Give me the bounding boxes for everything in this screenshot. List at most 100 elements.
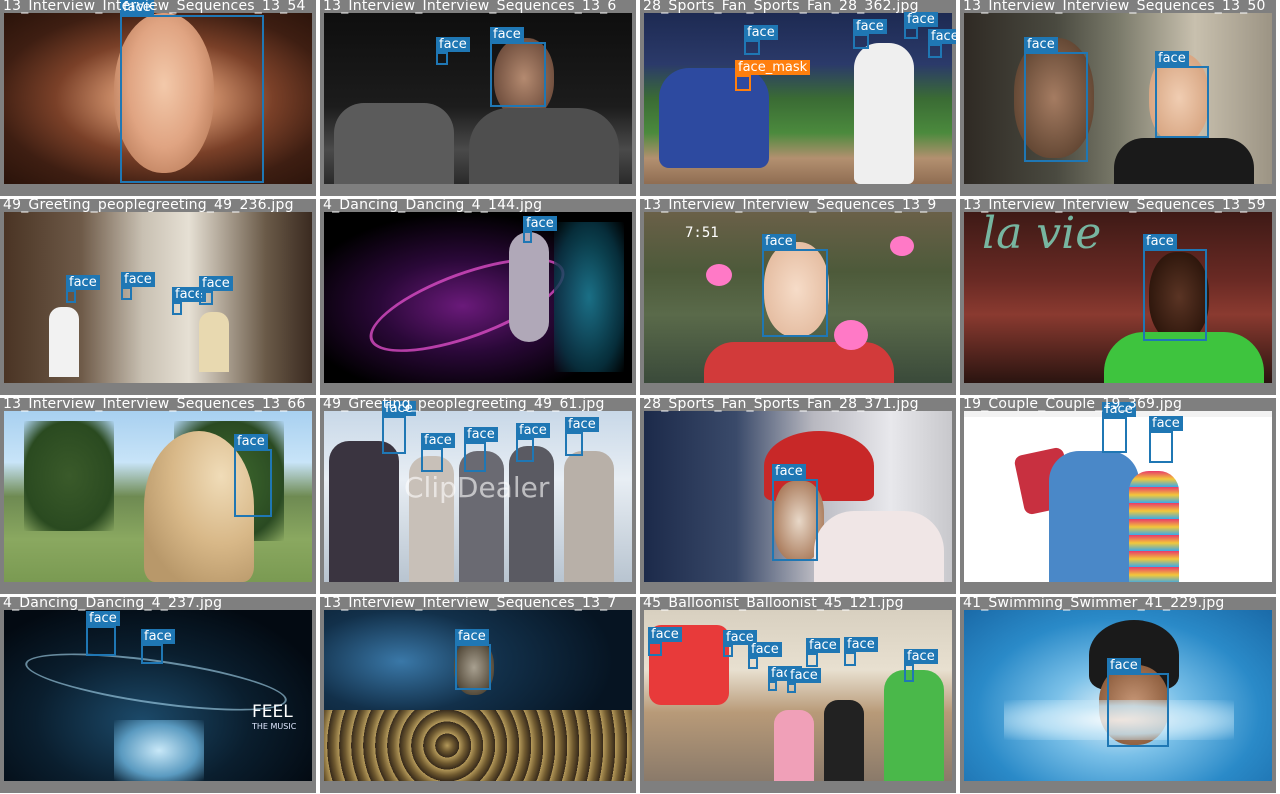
detection-label: face [66, 275, 100, 290]
image-filename: 4_Dancing_Dancing_4_144.jpg [323, 199, 543, 213]
face-detection-box[interactable]: face [1155, 51, 1209, 138]
face-detection-box[interactable]: face [723, 630, 757, 657]
result-tile[interactable]: 13_Interview_Interview_Sequences_13_54 f… [0, 0, 316, 196]
result-tile[interactable]: la vie 13_Interview_Interview_Sequences_… [960, 199, 1276, 395]
face-detection-box[interactable]: face [523, 216, 557, 243]
result-tile[interactable]: FEEL THE MUSIC 4_Dancing_Dancing_4_237.j… [0, 597, 316, 793]
face-detection-box[interactable]: face [904, 649, 938, 682]
face-detection-box[interactable]: face [853, 19, 887, 49]
face-detection-box[interactable]: face [464, 427, 498, 472]
overlay-text: la vie [982, 212, 1102, 259]
detection-label: face [516, 423, 550, 438]
face-detection-box[interactable]: face [382, 401, 416, 454]
image-filename: 13_Interview_Interview_Sequences_13_7 [323, 597, 617, 611]
detection-label: face [464, 427, 498, 442]
face-detection-box[interactable]: face [234, 434, 272, 517]
face-detection-box[interactable]: face [199, 276, 233, 305]
detection-label: face [904, 649, 938, 664]
image-filename: 13_Interview_Interview_Sequences_13_6 [323, 0, 617, 14]
detection-label: face [199, 276, 233, 291]
detection-label: face [648, 627, 682, 642]
image-filename: 28_Sports_Fan_Sports_Fan_28_371.jpg [643, 398, 919, 412]
face-detection-box[interactable]: face [928, 29, 956, 58]
detection-label: face [1149, 416, 1183, 431]
face-detection-box[interactable]: face [120, 0, 264, 183]
result-tile[interactable]: 7:51 13_Interview_Interview_Sequences_13… [640, 199, 956, 395]
result-tile[interactable]: 13_Interview_Interview_Sequences_13_50 f… [960, 0, 1276, 196]
photo-thumbnail: la vie [964, 212, 1272, 383]
result-tile[interactable]: 49_Greeting_peoplegreeting_49_236.jpg fa… [0, 199, 316, 395]
face-detection-box[interactable]: face [1149, 416, 1183, 463]
result-tile[interactable]: 41_Swimming_Swimmer_41_229.jpg face [960, 597, 1276, 793]
detection-label: face [772, 464, 806, 479]
result-tile[interactable]: 19_Couple_Couple_19_369.jpg face face [960, 398, 1276, 594]
image-filename: 13_Interview_Interview_Sequences_13_50 [963, 0, 1266, 14]
detection-label: face [455, 629, 489, 644]
image-filename: 45_Balloonist_Balloonist_45_121.jpg [643, 597, 904, 611]
image-filename: 28_Sports_Fan_Sports_Fan_28_362.jpg [643, 0, 919, 14]
photo-thumbnail [324, 212, 632, 383]
result-tile[interactable]: 45_Balloonist_Balloonist_45_121.jpg face… [640, 597, 956, 793]
face-detection-box[interactable]: face [748, 642, 782, 669]
face-detection-box[interactable]: face [1102, 402, 1136, 453]
face-detection-box[interactable]: face [844, 637, 878, 666]
image-filename: 13_Interview_Interview_Sequences_13_54 [3, 0, 306, 14]
face-detection-box[interactable]: face [1024, 37, 1088, 162]
detection-label: face [141, 629, 175, 644]
detection-label: face [523, 216, 557, 231]
result-tile[interactable]: 13_Interview_Interview_Sequences_13_7 fa… [320, 597, 636, 793]
result-tile[interactable]: 28_Sports_Fan_Sports_Fan_28_362.jpg face… [640, 0, 956, 196]
detection-label: face [762, 234, 796, 249]
face-detection-box[interactable]: face [421, 433, 455, 472]
face-detection-box[interactable]: face [1143, 234, 1207, 341]
photo-thumbnail [4, 212, 312, 383]
face-detection-box[interactable]: face [768, 666, 802, 691]
image-filename: 19_Couple_Couple_19_369.jpg [963, 398, 1183, 412]
face-detection-box[interactable]: face [516, 423, 550, 462]
face-detection-box[interactable]: face [904, 12, 938, 39]
overlay-text: 7:51 [685, 225, 719, 241]
detection-label: face [928, 29, 956, 44]
image-filename: 49_Greeting_peoplegreeting_49_61.jpg [323, 398, 605, 412]
face-detection-box[interactable]: face [436, 37, 470, 65]
detection-label: face [748, 642, 782, 657]
face-detection-box[interactable]: face [86, 611, 120, 656]
result-tile[interactable]: ClipDealer 49_Greeting_peoplegreeting_49… [320, 398, 636, 594]
image-filename: 41_Swimming_Swimmer_41_229.jpg [963, 597, 1225, 611]
overlay-text: ClipDealer [404, 471, 550, 504]
detection-label: face [86, 611, 120, 626]
image-filename: 13_Interview_Interview_Sequences_13_59 [963, 199, 1266, 213]
face-detection-box[interactable]: face [648, 627, 682, 656]
image-filename: 49_Greeting_peoplegreeting_49_236.jpg [3, 199, 294, 213]
face-detection-box[interactable]: face [490, 27, 546, 107]
face-detection-box[interactable]: face [141, 629, 175, 664]
face-detection-box[interactable]: face [455, 629, 491, 690]
image-filename: 13_Interview_Interview_Sequences_13_66 [3, 398, 306, 412]
result-tile[interactable]: 28_Sports_Fan_Sports_Fan_28_371.jpg face [640, 398, 956, 594]
detection-label: face [1143, 234, 1177, 249]
detection-label: face [844, 637, 878, 652]
face-detection-box[interactable]: face [172, 287, 206, 315]
detection-label: face [904, 12, 938, 27]
detection-label: face [1155, 51, 1189, 66]
detection-label: face [1107, 658, 1141, 673]
photo-thumbnail [324, 13, 632, 184]
face-detection-box[interactable]: face [787, 668, 821, 693]
face-detection-box[interactable]: face [565, 417, 599, 456]
face-detection-box[interactable]: face [121, 272, 155, 300]
face-detection-box[interactable]: face [66, 275, 100, 303]
face-mask-detection-box[interactable]: face_mask [735, 60, 811, 91]
face-detection-box[interactable]: face [1107, 658, 1169, 747]
result-tile[interactable]: 13_Interview_Interview_Sequences_13_6 fa… [320, 0, 636, 196]
face-detection-box[interactable]: face [744, 25, 778, 55]
result-tile[interactable]: 13_Interview_Interview_Sequences_13_66 f… [0, 398, 316, 594]
face-detection-box[interactable]: face [762, 234, 828, 337]
detection-label: face [421, 433, 455, 448]
face-detection-box[interactable]: face [772, 464, 818, 561]
face-detection-box[interactable]: face [806, 638, 840, 667]
result-tile[interactable]: 4_Dancing_Dancing_4_144.jpg face [320, 199, 636, 395]
image-filename: 4_Dancing_Dancing_4_237.jpg [3, 597, 223, 611]
detection-label: face [787, 668, 821, 683]
detection-label: face [853, 19, 887, 34]
detection-label: face [744, 25, 778, 40]
